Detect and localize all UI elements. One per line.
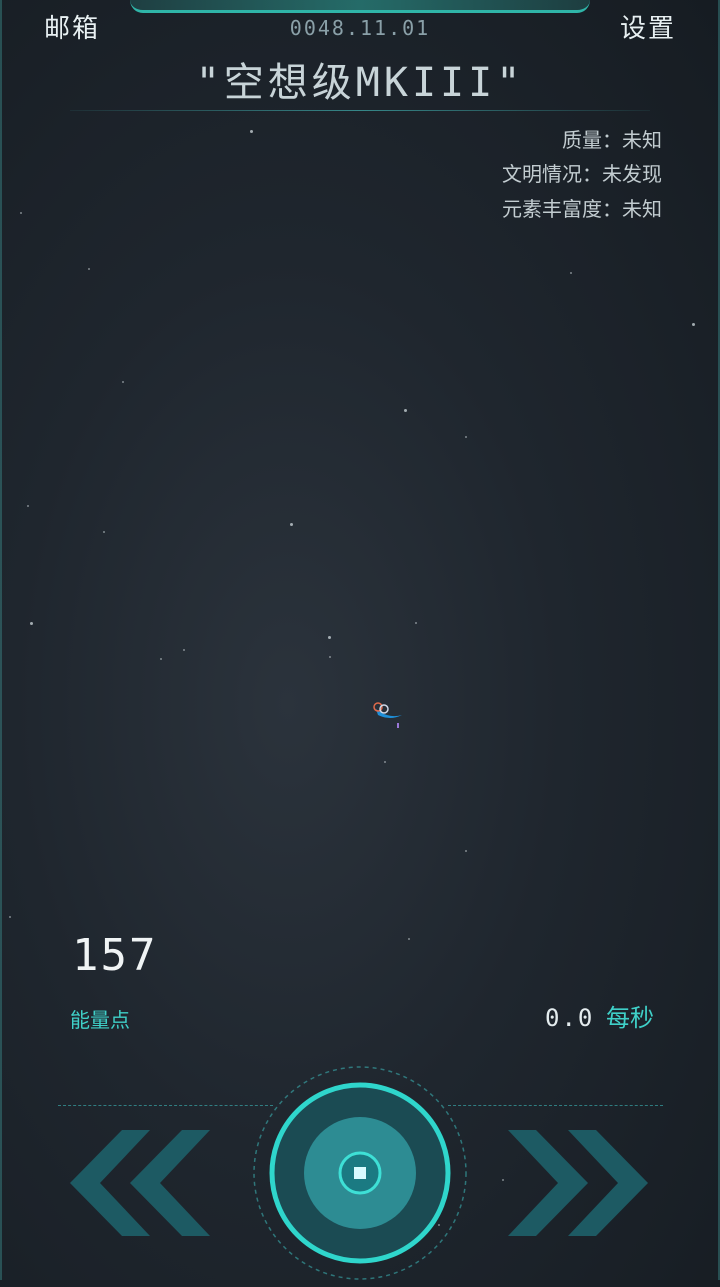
- right-frame-edge: [710, 0, 720, 1280]
- core-button-icon: [253, 1066, 467, 1280]
- energy-rate-value: 0.0: [545, 1004, 595, 1032]
- energy-points-value: 157: [72, 930, 158, 981]
- settings-button[interactable]: 设置: [620, 8, 676, 45]
- title-divider: [70, 110, 650, 111]
- previous-planet-button[interactable]: [66, 1128, 212, 1242]
- energy-rate: 0.0 每秒: [545, 998, 654, 1033]
- energy-points-label: 能量点: [70, 1008, 130, 1032]
- double-chevron-left-icon: [70, 1130, 210, 1236]
- right-dashed-divider: [448, 1105, 663, 1106]
- left-frame-edge: [0, 0, 10, 1280]
- planet-name: "空想级MKIII": [195, 60, 525, 106]
- planet-element-abundance-info: 元素丰富度：未知: [502, 197, 662, 221]
- spaceship-sprite: [368, 695, 404, 733]
- double-chevron-right-icon: [508, 1130, 648, 1236]
- left-dashed-divider: [58, 1105, 273, 1106]
- core-energy-button[interactable]: [250, 1063, 470, 1283]
- energy-rate-unit: 每秒: [606, 1004, 654, 1032]
- next-planet-button[interactable]: [506, 1128, 652, 1242]
- planet-mass-info: 质量：未知: [562, 128, 662, 152]
- top-frame-ornament: [130, 0, 590, 13]
- game-date: 0048.11.01: [289, 16, 431, 40]
- planet-civilization-info: 文明情况：未发现: [502, 162, 662, 186]
